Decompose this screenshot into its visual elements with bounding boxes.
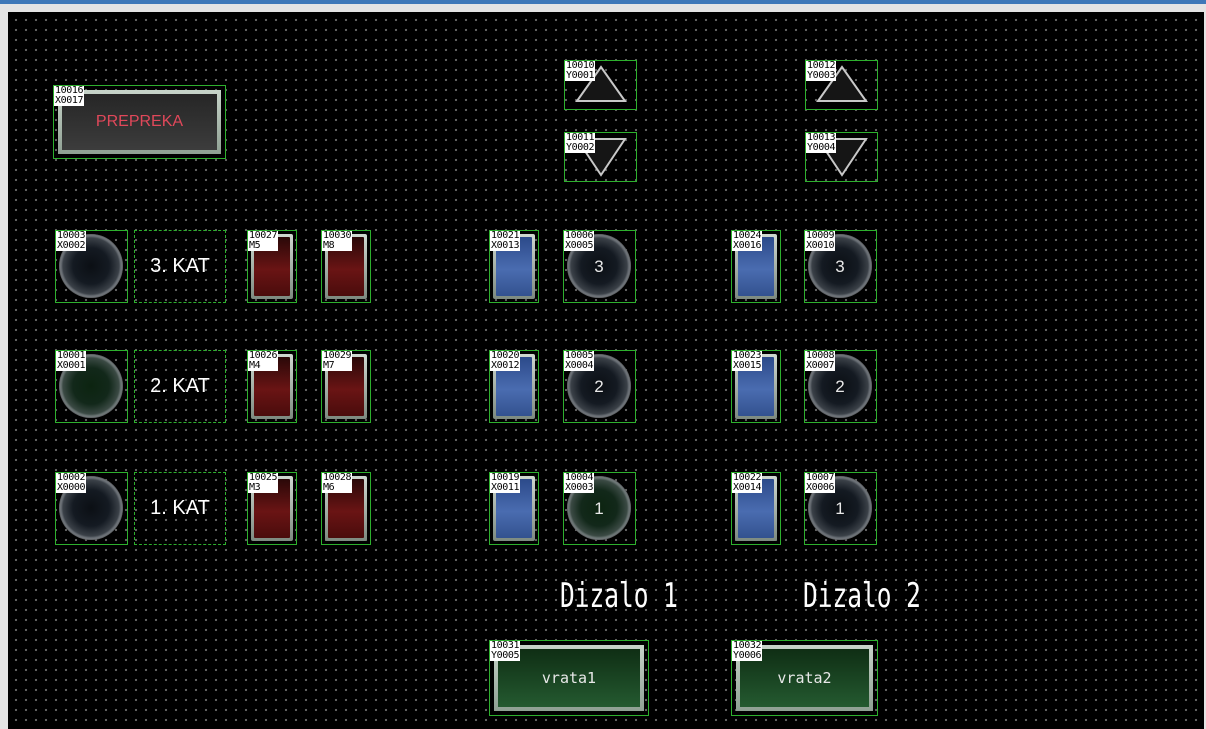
elevator1-down-arrow[interactable]: 10011 Y0002 [564, 132, 637, 182]
elevator2-floor-indicator: 10023 X0015 [731, 350, 781, 423]
elevator1-up-arrow[interactable]: 10010 Y0001 [564, 60, 637, 110]
memory-indicator: 10029 M7 [321, 350, 371, 423]
elevator1-floor-button[interactable]: 10006 X0005 3 [563, 230, 636, 303]
floor-number: 3 [835, 257, 845, 276]
address-tag: 10016 X0017 [54, 85, 85, 106]
floor-number: 2 [835, 377, 845, 396]
floor-label: 3. KAT [134, 230, 226, 303]
floor-number: 1 [835, 499, 845, 518]
memory-indicator: 10028 M6 [321, 472, 371, 545]
call-button-floor-1[interactable]: 10002 X0000 [55, 472, 128, 545]
floor-label: 1. KAT [134, 472, 226, 545]
elevator2-down-arrow[interactable]: 10013 Y0004 [805, 132, 878, 182]
prepreka-label: PREPREKA [62, 94, 217, 150]
memory-indicator: 10030 M8 [321, 230, 371, 303]
prepreka-button[interactable]: 10016 X0017 PREPREKA [53, 85, 226, 159]
floor-number: 1 [594, 499, 604, 518]
elevator2-title: Dizalo 2 [803, 576, 921, 616]
door-button-elevator1[interactable]: 10031 Y0005 vrata1 [489, 640, 649, 716]
memory-indicator: 10027 M5 [247, 230, 297, 303]
memory-indicator: 10025 M3 [247, 472, 297, 545]
hmi-canvas: 10016 X0017 PREPREKA 10010 Y0001 10011 Y000… [8, 12, 1204, 729]
call-button-floor-2[interactable]: 10001 X0001 [55, 350, 128, 423]
call-button-floor-3[interactable]: 10003 X0002 [55, 230, 128, 303]
elevator2-up-arrow[interactable]: 10012 Y0003 [805, 60, 878, 110]
elevator2-floor-indicator: 10024 X0016 [731, 230, 781, 303]
floor-label: 2. KAT [134, 350, 226, 423]
floor-number: 3 [594, 257, 604, 276]
elevator2-floor-button[interactable]: 10007 X0006 1 [804, 472, 877, 545]
memory-indicator: 10026 M4 [247, 350, 297, 423]
elevator2-floor-button[interactable]: 10008 X0007 2 [804, 350, 877, 423]
window-title-bar [0, 0, 1206, 4]
elevator1-floor-button[interactable]: 10005 X0004 2 [563, 350, 636, 423]
floor-number: 2 [594, 377, 604, 396]
elevator2-floor-indicator: 10022 X0014 [731, 472, 781, 545]
elevator1-floor-indicator: 10020 X0012 [489, 350, 539, 423]
elevator1-floor-indicator: 10019 X0011 [489, 472, 539, 545]
elevator1-floor-indicator: 10021 X0013 [489, 230, 539, 303]
elevator1-floor-button[interactable]: 10004 X0003 1 [563, 472, 636, 545]
elevator1-title: Dizalo 1 [560, 576, 678, 616]
door-button-elevator2[interactable]: 10032 Y0006 vrata2 [731, 640, 878, 716]
elevator2-floor-button[interactable]: 10009 X0010 3 [804, 230, 877, 303]
